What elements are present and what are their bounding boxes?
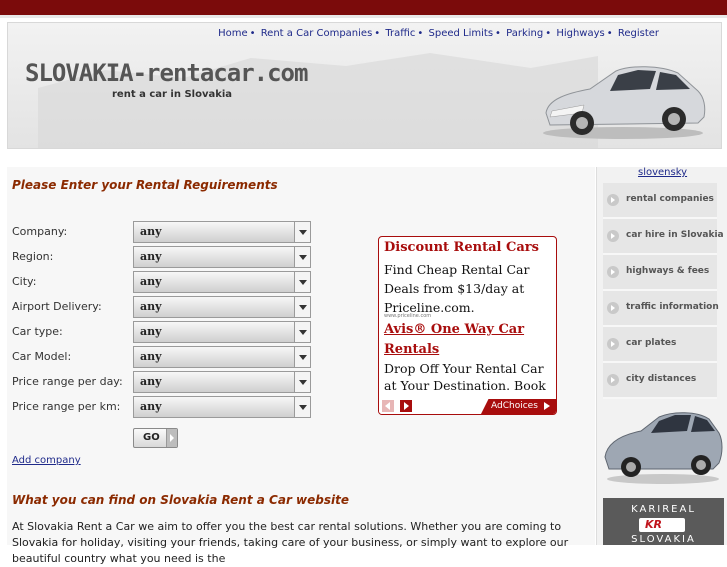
- airport-delivery-row: Airport Delivery: any: [12, 296, 322, 318]
- region-label: Region:: [12, 250, 54, 263]
- language-slovensky-link[interactable]: slovensky: [638, 167, 687, 178]
- nav-traffic-link[interactable]: Traffic: [385, 28, 415, 39]
- car-type-select[interactable]: any: [133, 321, 311, 343]
- karireal-logo-icon: KR: [639, 518, 685, 532]
- karireal-banner-subtitle: SLOVAKIA: [631, 534, 696, 545]
- intro-paragraph: At Slovakia Rent a Car we aim to offer y…: [12, 520, 569, 565]
- sidebar-item-city-distances[interactable]: city distances: [603, 363, 717, 399]
- site-tagline: rent a car in Slovakia: [112, 89, 233, 100]
- silver-car-image: [543, 66, 706, 139]
- top-navigation: Home • Rent a Car Companies • Traffic • Spe…: [218, 28, 659, 39]
- sidebar-item-car-hire[interactable]: car hire in Slovakia: [603, 219, 724, 255]
- arrow-bullet-icon: [607, 230, 619, 242]
- sidebar-item-label: car hire in Slovakia: [626, 230, 724, 240]
- ad-banner: Discount Rental Cars Find Cheap Rental C…: [378, 236, 557, 415]
- arrow-bullet-icon: [607, 338, 619, 350]
- city-label: City:: [12, 275, 37, 288]
- region-select[interactable]: any: [133, 246, 311, 268]
- company-select[interactable]: any: [133, 221, 311, 243]
- ad-discount-rental-cars-link[interactable]: Discount Rental Cars: [384, 240, 539, 255]
- karireal-banner-title: KARIREAL: [631, 504, 696, 515]
- price-per-km-select[interactable]: any: [133, 396, 311, 418]
- ad-choices-label: AdChoices: [491, 401, 538, 411]
- airport-delivery-select[interactable]: any: [133, 296, 311, 318]
- arrow-bullet-icon: [607, 302, 619, 314]
- arrow-bullet-icon: [607, 374, 619, 386]
- ad-next-icon[interactable]: [400, 400, 412, 412]
- top-bar: [0, 0, 727, 15]
- karireal-banner[interactable]: KARIREAL KR SLOVAKIA: [603, 498, 724, 545]
- chevron-down-icon: [294, 372, 310, 392]
- go-button-label: GO: [143, 432, 160, 443]
- ad-avis-one-way-link[interactable]: Avis® One Way Car Rentals: [384, 320, 552, 360]
- ad-footer: AdChoices: [379, 399, 556, 414]
- chevron-down-icon: [294, 222, 310, 242]
- chevron-down-icon: [294, 347, 310, 367]
- chevron-down-icon: [294, 322, 310, 342]
- price-per-day-row: Price range per day: any: [12, 371, 322, 393]
- arrow-right-icon: [166, 429, 177, 447]
- right-sidebar: slovensky rental companies car hire in S…: [596, 167, 727, 545]
- sidebar-item-label: highways & fees: [626, 266, 710, 276]
- nav-highways-link[interactable]: Highways: [556, 28, 604, 39]
- add-company-link[interactable]: Add company: [12, 455, 81, 466]
- company-row: Company: any: [12, 221, 322, 243]
- city-select[interactable]: any: [133, 271, 311, 293]
- chevron-down-icon: [294, 272, 310, 292]
- nav-home-link[interactable]: Home: [218, 28, 248, 39]
- company-label: Company:: [12, 225, 68, 238]
- chevron-down-icon: [294, 247, 310, 267]
- ad-previous-icon[interactable]: [382, 400, 394, 412]
- car-model-select[interactable]: any: [133, 346, 311, 368]
- sidebar-item-rental-companies[interactable]: rental companies: [603, 183, 717, 219]
- chevron-down-icon: [294, 397, 310, 417]
- sidebar-item-label: city distances: [626, 374, 697, 384]
- site-header: Home • Rent a Car Companies • Traffic • Spe…: [7, 22, 722, 149]
- ad-display-url[interactable]: www.priceline.com: [384, 313, 431, 319]
- ad-discount-rental-cars-text: Find Cheap Rental Car Deals from $13/day…: [384, 262, 530, 315]
- arrow-bullet-icon: [607, 194, 619, 206]
- chevron-down-icon: [294, 297, 310, 317]
- ad-choices-button[interactable]: AdChoices: [481, 399, 556, 414]
- sidebar-item-label: rental companies: [626, 194, 714, 204]
- city-row: City: any: [12, 271, 322, 293]
- sidebar-item-traffic[interactable]: traffic information: [603, 291, 719, 327]
- nav-register-link[interactable]: Register: [618, 28, 659, 39]
- sidebar-item-label: car plates: [626, 338, 677, 348]
- car-type-row: Car type: any: [12, 321, 322, 343]
- price-per-day-select[interactable]: any: [133, 371, 311, 393]
- price-per-day-label: Price range per day:: [12, 375, 123, 388]
- rental-requirements-heading: Please Enter your Rental Reguirements: [12, 178, 278, 192]
- sidebar-item-highways[interactable]: highways & fees: [603, 255, 717, 291]
- price-per-km-row: Price range per km: any: [12, 396, 322, 418]
- find-section-heading: What you can find on Slovakia Rent a Car…: [12, 493, 349, 507]
- car-model-label: Car Model:: [12, 350, 72, 363]
- site-logo[interactable]: SLOVAKIA-rentacar.com: [25, 59, 308, 87]
- car-type-label: Car type:: [12, 325, 63, 338]
- region-row: Region: any: [12, 246, 322, 268]
- nav-parking-link[interactable]: Parking: [506, 28, 543, 39]
- nav-rent-a-car-companies-link[interactable]: Rent a Car Companies: [261, 28, 373, 39]
- price-per-km-label: Price range per km:: [12, 400, 121, 413]
- sidebar-item-car-plates[interactable]: car plates: [603, 327, 717, 363]
- ad-choices-icon: [544, 402, 550, 410]
- nav-speed-limits-link[interactable]: Speed Limits: [429, 28, 494, 39]
- arrow-bullet-icon: [607, 266, 619, 278]
- car-model-row: Car Model: any: [12, 346, 322, 368]
- top-bar-divider: [0, 15, 727, 18]
- sidebar-item-label: traffic information: [626, 302, 719, 312]
- sidebar-car-ad-image[interactable]: [601, 409, 723, 487]
- go-button[interactable]: GO: [133, 428, 178, 448]
- airport-delivery-label: Airport Delivery:: [12, 300, 102, 313]
- ad-avis-one-way-text: Drop Off Your Rental Car at Your Destina…: [384, 361, 546, 393]
